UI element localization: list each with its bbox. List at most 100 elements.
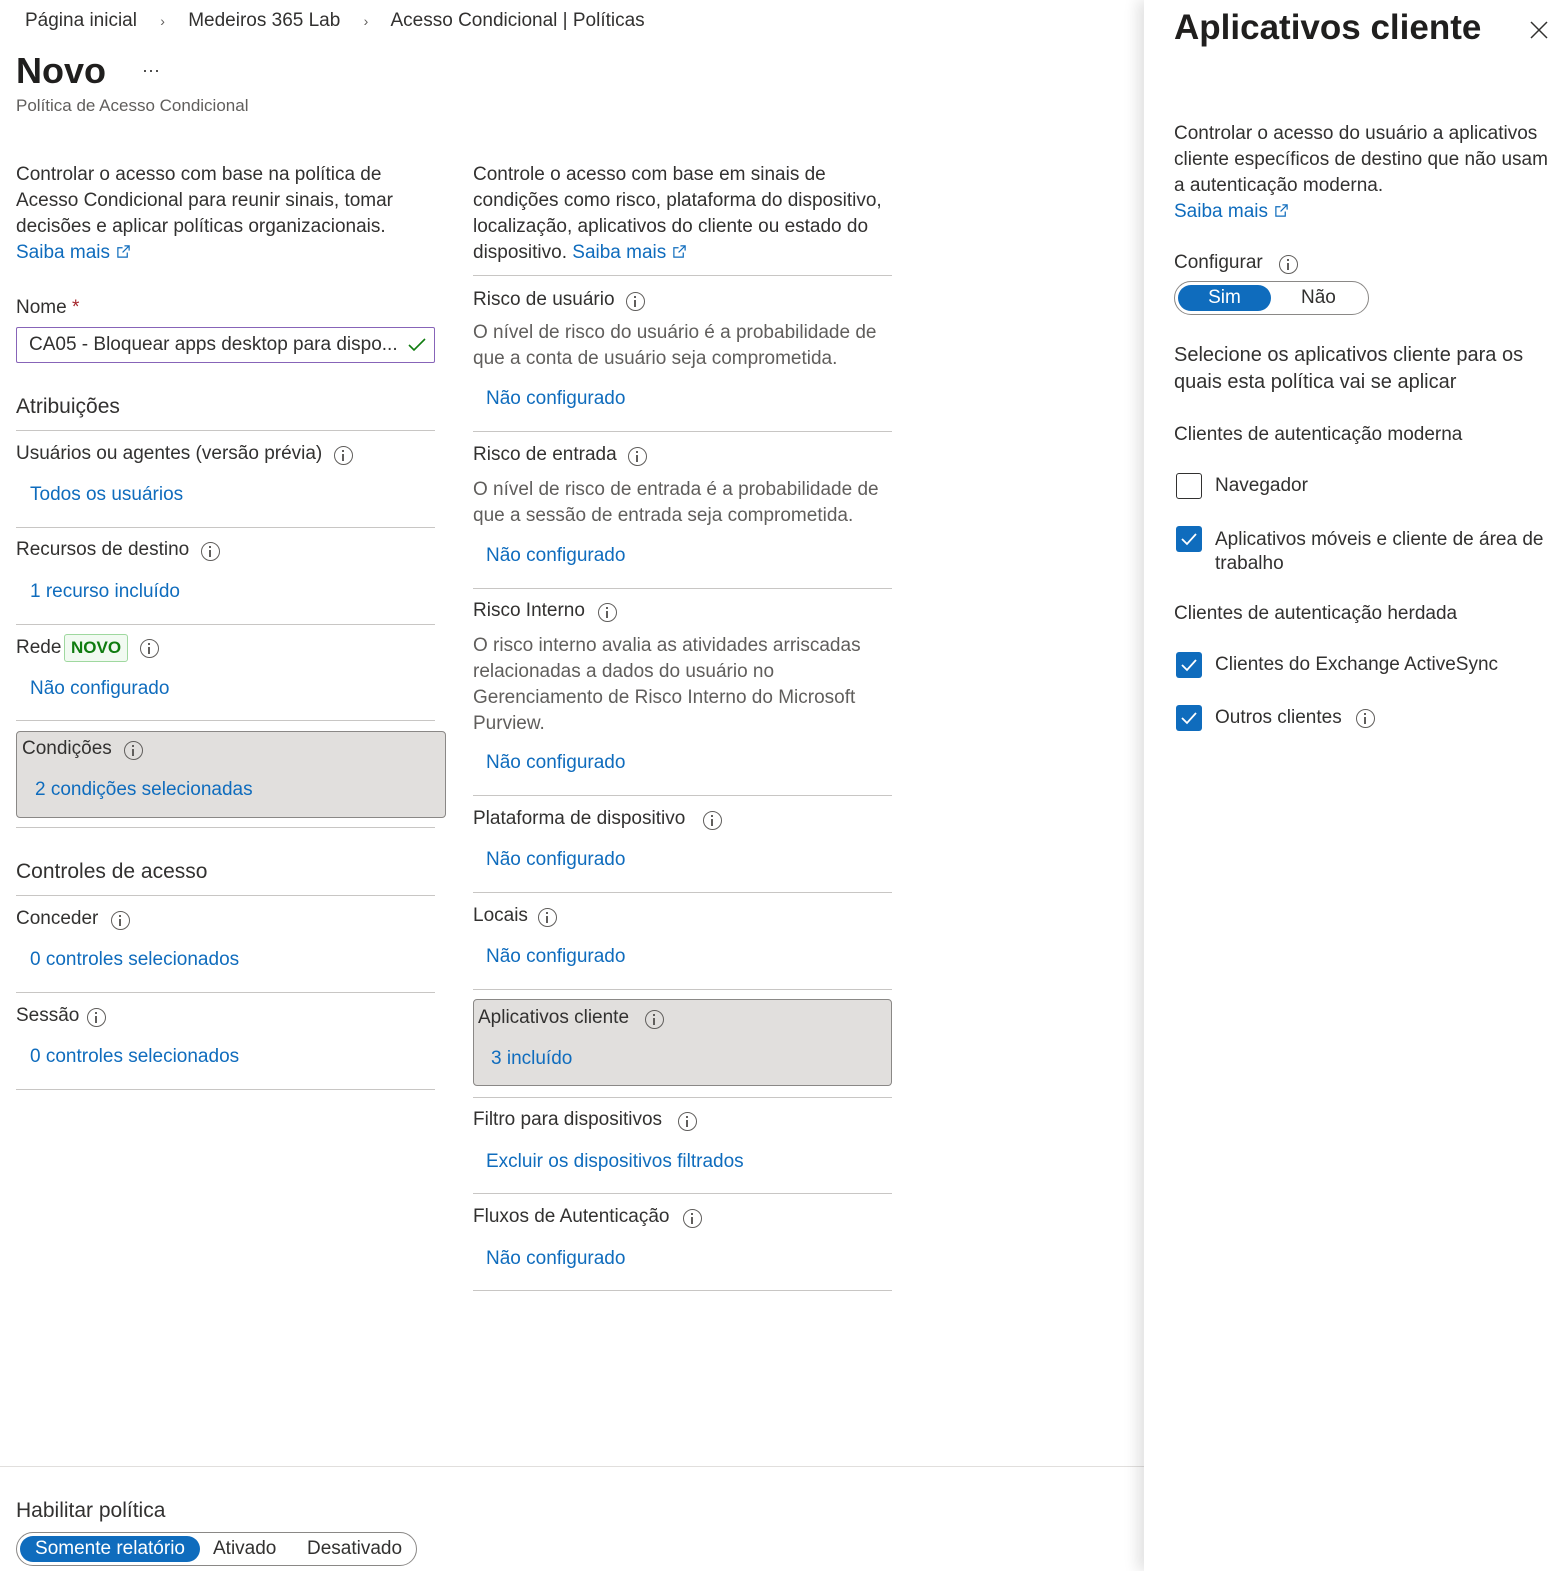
option-report-only[interactable]: Somente relatório xyxy=(20,1536,200,1562)
browser-checkbox[interactable] xyxy=(1176,473,1202,499)
insider-risk-value-link[interactable]: Não configurado xyxy=(486,752,625,774)
divider xyxy=(473,431,892,432)
configure-toggle: Sim Não xyxy=(1174,281,1369,315)
footer-divider xyxy=(0,1466,1144,1467)
signin-risk-value-link[interactable]: Não configurado xyxy=(486,545,625,567)
divider xyxy=(16,827,435,828)
info-icon[interactable] xyxy=(628,447,647,466)
divider xyxy=(473,1097,892,1098)
mobile-desktop-label: Aplicativos móveis e cliente de área de … xyxy=(1215,529,1544,574)
grant-value-link[interactable]: 0 controles selecionados xyxy=(30,949,239,971)
page-subtitle: Política de Acesso Condicional xyxy=(16,96,249,115)
page-title: Novo xyxy=(16,50,106,91)
signin-risk-desc: O nível de risco de entrada é a probabil… xyxy=(473,479,879,526)
checkmark-icon xyxy=(408,337,426,358)
auth-flows-value-link[interactable]: Não configurado xyxy=(486,1248,625,1270)
info-icon[interactable] xyxy=(124,741,143,760)
network-value-link[interactable]: Não configurado xyxy=(30,678,169,700)
panel-description: Controlar o acesso do usuário a aplicati… xyxy=(1174,121,1554,225)
info-icon[interactable] xyxy=(538,908,557,927)
option-on[interactable]: Ativado xyxy=(213,1536,276,1562)
user-risk-label: Risco de usuário xyxy=(473,289,615,310)
user-risk-value-link[interactable]: Não configurado xyxy=(486,388,625,410)
other-clients-label: Outros clientes xyxy=(1215,707,1342,728)
info-icon[interactable] xyxy=(140,639,159,658)
panel-title: Aplicativos cliente xyxy=(1174,8,1482,47)
conditions-label: Condições xyxy=(22,738,112,759)
users-value-link[interactable]: Todos os usuários xyxy=(30,484,183,506)
name-field-value: CA05 - Bloquear apps desktop para dispo.… xyxy=(29,334,398,355)
users-label: Usuários ou agentes (versão prévia) xyxy=(16,443,323,464)
left-intro: Controlar o acesso com base na política … xyxy=(16,162,426,266)
divider xyxy=(473,275,892,276)
client-apps-label: Aplicativos cliente xyxy=(478,1007,630,1028)
divider xyxy=(16,624,435,625)
external-link-icon xyxy=(672,241,687,258)
close-icon[interactable] xyxy=(1528,19,1550,41)
panel-description-text: Controlar o acesso do usuário a aplicati… xyxy=(1174,123,1548,196)
signin-risk-label: Risco de entrada xyxy=(473,444,617,465)
exchange-activesync-checkbox[interactable] xyxy=(1176,652,1202,678)
info-icon[interactable] xyxy=(334,446,353,465)
divider xyxy=(473,1193,892,1194)
session-value-link[interactable]: 0 controles selecionados xyxy=(30,1046,239,1068)
breadcrumb-policies[interactable]: Acesso Condicional | Políticas xyxy=(391,10,645,31)
divider xyxy=(473,795,892,796)
toggle-no[interactable]: Não xyxy=(1301,285,1336,311)
configure-label: Configurar xyxy=(1174,252,1263,273)
divider xyxy=(16,895,435,896)
info-icon[interactable] xyxy=(626,292,645,311)
divider xyxy=(473,892,892,893)
client-apps-panel: Aplicativos cliente Controlar o acesso d… xyxy=(1144,0,1567,1571)
info-icon[interactable] xyxy=(201,542,220,561)
info-icon[interactable] xyxy=(1279,255,1298,274)
toggle-yes[interactable]: Sim xyxy=(1178,285,1271,311)
left-intro-text: Controlar o acesso com base na política … xyxy=(16,164,394,237)
locations-label: Locais xyxy=(473,905,528,926)
client-apps-value-link[interactable]: 3 incluído xyxy=(491,1048,572,1070)
conditions-value-link[interactable]: 2 condições selecionadas xyxy=(35,779,253,801)
divider xyxy=(16,430,435,431)
locations-value-link[interactable]: Não configurado xyxy=(486,946,625,968)
resources-label: Recursos de destino xyxy=(16,539,190,560)
enable-policy-toggle: Somente relatório Ativado Desativado xyxy=(16,1532,417,1566)
info-icon[interactable] xyxy=(703,811,722,830)
info-icon[interactable] xyxy=(111,911,130,930)
divider xyxy=(16,992,435,993)
name-label: Nome * xyxy=(16,297,80,318)
exchange-activesync-label: Clientes do Exchange ActiveSync xyxy=(1215,654,1499,675)
breadcrumb-tenant[interactable]: Medeiros 365 Lab xyxy=(188,10,340,31)
filter-value-link[interactable]: Excluir os dispositivos filtrados xyxy=(486,1151,744,1173)
name-field[interactable]: CA05 - Bloquear apps desktop para dispo.… xyxy=(16,327,435,363)
info-icon[interactable] xyxy=(645,1010,664,1029)
learn-more-link[interactable]: Saiba mais xyxy=(1174,201,1289,222)
grant-label: Conceder xyxy=(16,908,99,929)
select-apps-text: Selecione os aplicativos cliente para os… xyxy=(1174,344,1524,393)
user-risk-desc: O nível de risco do usuário é a probabil… xyxy=(473,322,877,369)
breadcrumb: Página inicial › Medeiros 365 Lab › Aces… xyxy=(25,10,645,36)
more-options-button[interactable]: ··· xyxy=(142,60,160,81)
resources-value-link[interactable]: 1 recurso incluído xyxy=(30,581,180,603)
other-clients-checkbox[interactable] xyxy=(1176,705,1202,731)
mobile-desktop-checkbox[interactable] xyxy=(1176,526,1202,552)
chevron-right-icon: › xyxy=(363,13,369,29)
info-icon[interactable] xyxy=(1356,709,1375,728)
external-link-icon xyxy=(1274,200,1289,217)
info-icon[interactable] xyxy=(683,1209,702,1228)
info-icon[interactable] xyxy=(678,1112,697,1131)
middle-intro: Controle o acesso com base em sinais de … xyxy=(473,162,893,266)
platform-value-link[interactable]: Não configurado xyxy=(486,849,625,871)
info-icon[interactable] xyxy=(598,603,617,622)
learn-more-link[interactable]: Saiba mais xyxy=(572,242,687,263)
divider xyxy=(16,527,435,528)
platform-label: Plataforma de dispositivo xyxy=(473,808,686,829)
breadcrumb-home[interactable]: Página inicial xyxy=(25,10,137,31)
access-controls-heading: Controles de acesso xyxy=(16,860,208,883)
divider xyxy=(473,989,892,990)
external-link-icon xyxy=(116,241,131,258)
info-icon[interactable] xyxy=(87,1008,106,1027)
legacy-auth-heading: Clientes de autenticação herdada xyxy=(1174,603,1458,624)
learn-more-link[interactable]: Saiba mais xyxy=(16,242,131,263)
filter-label: Filtro para dispositivos xyxy=(473,1109,663,1130)
option-off[interactable]: Desativado xyxy=(307,1536,402,1562)
